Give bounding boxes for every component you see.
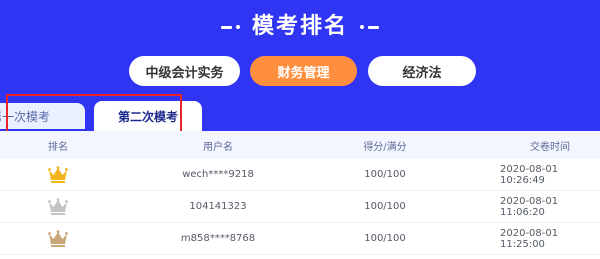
bronze-crown-icon — [48, 230, 68, 247]
user-cell: wech****9218 — [182, 169, 254, 180]
column-header-time: 交卷时间 — [530, 141, 570, 153]
rank-cell — [30, 191, 86, 222]
score-cell: 100/100 — [364, 233, 406, 244]
rank-cell — [30, 159, 86, 190]
time-cell: 2020-08-01 11:25:00 — [500, 227, 559, 250]
tab-first-exam[interactable]: 第一次模考 — [0, 103, 85, 129]
subject-selector: 中级会计实务 财务管理 经济法 — [0, 56, 600, 86]
title-row: 模考排名 — [0, 12, 600, 42]
silver-crown-icon — [48, 198, 68, 215]
subject-button-finance[interactable]: 财务管理 — [250, 56, 357, 86]
column-header-rank: 排名 — [48, 141, 68, 153]
ranking-table: 排名 用户名 得分/满分 交卷时间 wech****9218 100/100 2… — [0, 131, 600, 255]
table-row: 104141323 100/100 2020-08-01 11:06:20 — [0, 191, 600, 223]
user-cell: 104141323 — [189, 201, 247, 212]
table-header: 排名 用户名 得分/满分 交卷时间 — [0, 131, 600, 159]
user-cell: m858****8768 — [180, 233, 256, 244]
tab-first-exam-label: 第一次模考 — [0, 109, 51, 124]
score-cell: 100/100 — [364, 201, 406, 212]
page: 模考排名 中级会计实务 财务管理 经济法 第一次模考 第二次模考 排名 用户名 … — [0, 0, 600, 259]
header-banner: 模考排名 中级会计实务 财务管理 经济法 — [0, 0, 600, 131]
score-cell: 100/100 — [364, 169, 406, 180]
tab-second-exam-label: 第二次模考 — [117, 109, 178, 124]
title-left-decoration — [220, 25, 244, 29]
subject-button-economic-law[interactable]: 经济法 — [368, 56, 476, 86]
table-row: m858****8768 100/100 2020-08-01 11:25:00 — [0, 223, 600, 255]
column-header-user: 用户名 — [203, 141, 233, 153]
table-row: wech****9218 100/100 2020-08-01 10:26:49 — [0, 159, 600, 191]
column-header-score: 得分/满分 — [363, 141, 407, 153]
title-right-decoration — [356, 25, 379, 29]
gold-crown-icon — [48, 166, 68, 183]
tab-second-exam[interactable]: 第二次模考 — [94, 101, 202, 131]
time-cell: 2020-08-01 10:26:49 — [500, 163, 559, 186]
time-cell: 2020-08-01 11:06:20 — [500, 195, 559, 218]
rank-cell — [30, 223, 86, 254]
page-title: 模考排名 — [251, 14, 348, 39]
subject-button-accounting[interactable]: 中级会计实务 — [129, 56, 240, 86]
